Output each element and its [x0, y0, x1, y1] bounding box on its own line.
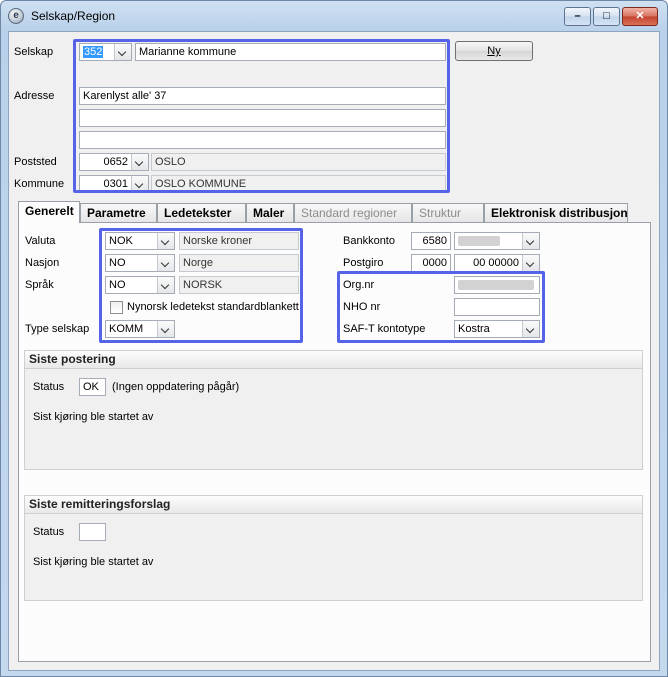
close-button[interactable]: ✕ — [622, 7, 658, 26]
bankkonto-label: Bankkonto — [343, 235, 395, 247]
minimize-icon: – — [574, 10, 581, 22]
adresse-line-3[interactable] — [79, 131, 446, 149]
bankkonto-combo[interactable] — [454, 232, 540, 250]
postgiro-field-1[interactable]: 0000 — [411, 254, 451, 272]
poststed-label: Poststed — [14, 156, 57, 168]
kommune-code-combo[interactable]: 0301 — [79, 175, 149, 193]
nasjon-combo[interactable]: NO — [105, 254, 175, 272]
postering-status-label: Status — [33, 381, 65, 393]
orgnr-field[interactable] — [454, 276, 540, 294]
postering-status-field: OK — [79, 378, 106, 396]
nhonr-label: NHO nr — [343, 301, 381, 313]
sprak-label: Språk — [25, 279, 54, 291]
siste-postering-group: Siste postering Status OK (Ingen oppdate… — [24, 350, 643, 470]
adresse-line-2[interactable] — [79, 109, 446, 127]
type-selskap-combo[interactable]: KOMM — [105, 320, 175, 338]
postering-sist-kjoring: Sist kjøring ble startet av — [33, 411, 154, 423]
saft-combo[interactable]: Kostra — [454, 320, 540, 338]
main-window: e Selskap/Region – □ ✕ Selskap 352 Maria… — [0, 0, 668, 677]
adresse-line-1[interactable]: Karenlyst alle' 37 — [79, 87, 446, 105]
poststed-name-field: OSLO — [151, 153, 446, 171]
redacted-value — [458, 236, 500, 246]
window-title: Selskap/Region — [31, 9, 116, 23]
minimize-button[interactable]: – — [564, 7, 591, 26]
postgiro-combo[interactable]: 00 00000 — [454, 254, 540, 272]
postering-status-text: (Ingen oppdatering pågår) — [112, 381, 240, 393]
chevron-down-icon[interactable] — [131, 154, 148, 170]
redacted-value — [458, 280, 534, 290]
kommune-label: Kommune — [14, 178, 65, 190]
tab-elektronisk-distribusjon[interactable]: Elektronisk distribusjon — [484, 203, 628, 222]
tab-parametre[interactable]: Parametre — [80, 203, 157, 222]
postgiro-value-2: 00 00000 — [473, 257, 519, 269]
chevron-down-icon[interactable] — [522, 255, 539, 271]
valuta-label: Valuta — [25, 235, 56, 247]
adresse-label: Adresse — [14, 90, 55, 102]
nynorsk-checkbox[interactable] — [110, 301, 123, 314]
remittering-sist-kjoring: Sist kjøring ble startet av — [33, 556, 154, 568]
poststed-code-value: 0652 — [103, 156, 128, 168]
chevron-down-icon[interactable] — [157, 321, 174, 337]
chevron-down-icon[interactable] — [157, 233, 174, 249]
chevron-down-icon[interactable] — [114, 44, 131, 60]
type-selskap-value: KOMM — [109, 323, 144, 335]
tab-standard-regioner[interactable]: Standard regioner — [294, 203, 412, 222]
bankkonto-field[interactable]: 6580 — [411, 232, 451, 250]
close-icon: ✕ — [635, 10, 645, 22]
nasjon-label: Nasjon — [25, 257, 60, 269]
sprak-name-field: NORSK — [179, 276, 299, 294]
nhonr-field[interactable] — [454, 298, 540, 316]
orgnr-label: Org.nr — [343, 279, 375, 291]
poststed-code-combo[interactable]: 0652 — [79, 153, 149, 171]
nynorsk-checkbox-label: Nynorsk ledetekst standardblankett — [127, 301, 299, 313]
type-selskap-label: Type selskap — [25, 323, 90, 335]
tab-struktur[interactable]: Struktur — [412, 203, 484, 222]
saft-value: Kostra — [458, 323, 490, 335]
kommune-name-field: OSLO KOMMUNE — [151, 175, 446, 193]
valuta-combo[interactable]: NOK — [105, 232, 175, 250]
generelt-panel: Valuta NOK Norske kroner Nasjon NO Norge… — [18, 222, 651, 662]
nasjon-code-value: NO — [109, 257, 126, 269]
siste-postering-title: Siste postering — [25, 351, 642, 369]
sprak-combo[interactable]: NO — [105, 276, 175, 294]
title-bar: e Selskap/Region – □ ✕ — [1, 1, 667, 29]
ny-button[interactable]: Ny — [455, 41, 533, 61]
selskap-code-value: 352 — [83, 46, 104, 58]
tab-maler[interactable]: Maler — [246, 203, 294, 222]
maximize-icon: □ — [603, 10, 610, 22]
selskap-code-combo[interactable]: 352 — [79, 43, 132, 61]
chevron-down-icon[interactable] — [522, 233, 539, 249]
tab-generelt[interactable]: Generelt — [18, 201, 80, 223]
maximize-button[interactable]: □ — [593, 7, 620, 26]
selskap-name-field[interactable]: Marianne kommune — [135, 43, 446, 61]
client-area: Selskap 352 Marianne kommune Ny Adresse … — [8, 31, 660, 671]
saft-label: SAF-T kontotype — [343, 323, 426, 335]
remittering-status-field — [79, 523, 106, 541]
tab-ledetekster[interactable]: Ledetekster — [157, 203, 246, 222]
chevron-down-icon[interactable] — [157, 255, 174, 271]
valuta-name-field: Norske kroner — [179, 232, 299, 250]
selskap-label: Selskap — [14, 46, 54, 58]
ny-button-label: Ny — [487, 45, 501, 57]
postgiro-label: Postgiro — [343, 257, 384, 269]
valuta-code-value: NOK — [109, 235, 133, 247]
sprak-code-value: NO — [109, 279, 126, 291]
kommune-code-value: 0301 — [103, 178, 128, 190]
app-logo-icon: e — [8, 8, 24, 24]
siste-remittering-group: Siste remitteringsforslag Status Sist kj… — [24, 495, 643, 601]
siste-remittering-title: Siste remitteringsforslag — [25, 496, 642, 514]
chevron-down-icon[interactable] — [157, 277, 174, 293]
chevron-down-icon[interactable] — [131, 176, 148, 192]
remittering-status-label: Status — [33, 526, 65, 538]
nasjon-name-field: Norge — [179, 254, 299, 272]
chevron-down-icon[interactable] — [522, 321, 539, 337]
